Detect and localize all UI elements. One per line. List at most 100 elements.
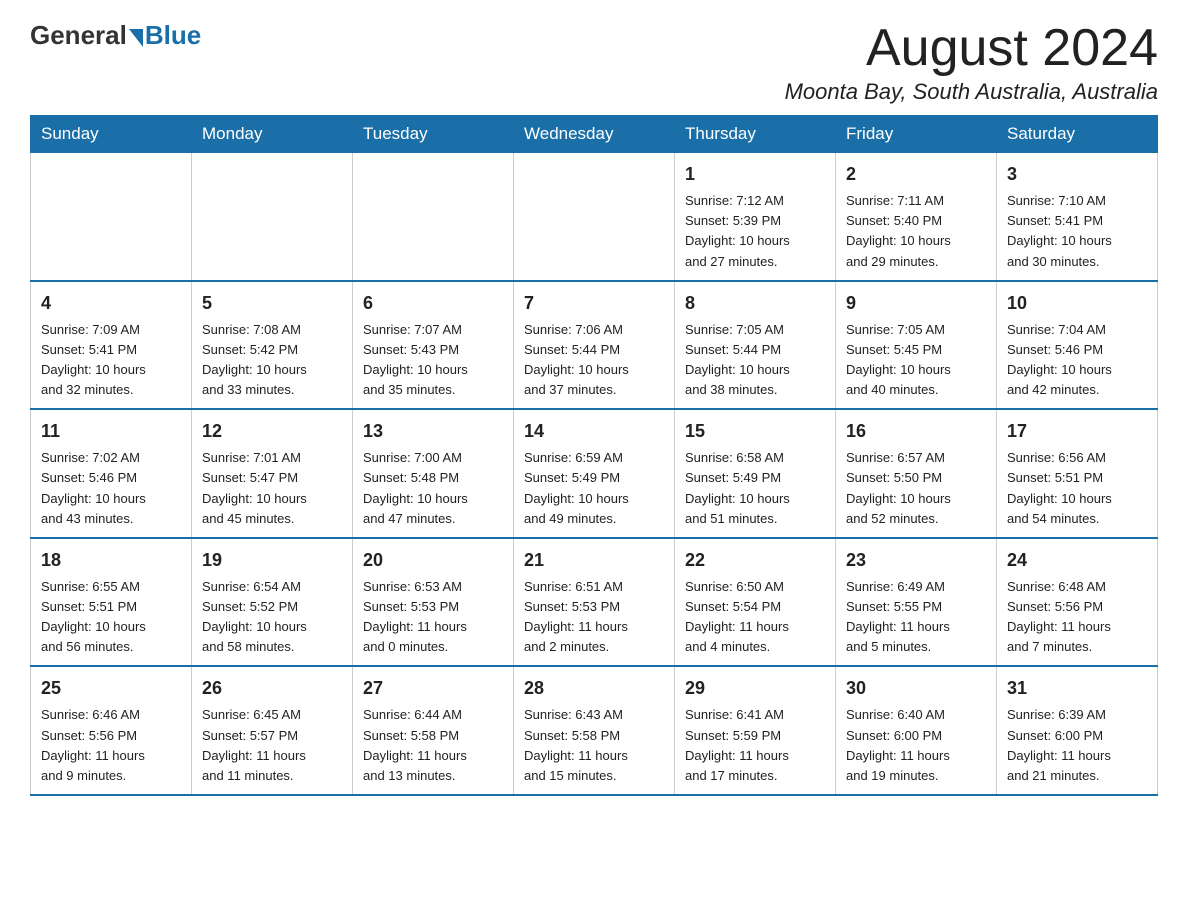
day-info: Sunrise: 6:48 AMSunset: 5:56 PMDaylight:… [1007,577,1147,658]
day-number: 4 [41,290,181,317]
calendar-cell: 24 Sunrise: 6:48 AMSunset: 5:56 PMDayligh… [997,538,1158,667]
day-info: Sunrise: 7:06 AMSunset: 5:44 PMDaylight:… [524,320,664,401]
day-number: 21 [524,547,664,574]
logo-blue-text: Blue [145,20,201,51]
calendar-week-row: 25Sunrise: 6:46 AMSunset: 5:56 PMDayligh… [31,666,1158,795]
month-year-title: August 2024 [785,20,1158,77]
header-day-wednesday: Wednesday [514,116,675,153]
day-info: Sunrise: 7:12 AMSunset: 5:39 PMDaylight:… [685,191,825,272]
day-number: 20 [363,547,503,574]
logo-arrow-icon [129,29,143,47]
calendar-cell: 22Sunrise: 6:50 AMSunset: 5:54 PMDayligh… [675,538,836,667]
day-number: 9 [846,290,986,317]
day-info: Sunrise: 6:50 AMSunset: 5:54 PMDaylight:… [685,577,825,658]
logo: General Blue [30,20,201,51]
calendar-cell: 18 Sunrise: 6:55 AMSunset: 5:51 PMDayligh… [31,538,192,667]
day-number: 29 [685,675,825,702]
header-day-tuesday: Tuesday [353,116,514,153]
calendar-cell: 28 Sunrise: 6:43 AMSunset: 5:58 PMDayligh… [514,666,675,795]
header-day-thursday: Thursday [675,116,836,153]
calendar-week-row: 11 Sunrise: 7:02 AMSunset: 5:46 PMDayligh… [31,409,1158,538]
calendar-cell: 29 Sunrise: 6:41 AMSunset: 5:59 PMDayligh… [675,666,836,795]
calendar-cell: 25Sunrise: 6:46 AMSunset: 5:56 PMDayligh… [31,666,192,795]
day-number: 2 [846,161,986,188]
title-section: August 2024 Moonta Bay, South Australia,… [785,20,1158,105]
logo-general-text: General [30,20,127,51]
calendar-cell [353,153,514,281]
day-number: 3 [1007,161,1147,188]
day-info: Sunrise: 6:45 AMSunset: 5:57 PMDaylight:… [202,705,342,786]
day-info: Sunrise: 6:57 AMSunset: 5:50 PMDaylight:… [846,448,986,529]
day-number: 10 [1007,290,1147,317]
calendar-cell: 20 Sunrise: 6:53 AMSunset: 5:53 PMDayligh… [353,538,514,667]
day-number: 15 [685,418,825,445]
day-info: Sunrise: 7:10 AMSunset: 5:41 PMDaylight:… [1007,191,1147,272]
calendar-cell: 26 Sunrise: 6:45 AMSunset: 5:57 PMDayligh… [192,666,353,795]
calendar-table: SundayMondayTuesdayWednesdayThursdayFrid… [30,115,1158,796]
calendar-cell: 17 Sunrise: 6:56 AMSunset: 5:51 PMDayligh… [997,409,1158,538]
day-info: Sunrise: 7:11 AMSunset: 5:40 PMDaylight:… [846,191,986,272]
day-info: Sunrise: 6:53 AMSunset: 5:53 PMDaylight:… [363,577,503,658]
day-number: 25 [41,675,181,702]
calendar-cell: 14 Sunrise: 6:59 AMSunset: 5:49 PMDayligh… [514,409,675,538]
day-number: 30 [846,675,986,702]
day-number: 8 [685,290,825,317]
day-number: 1 [685,161,825,188]
day-info: Sunrise: 6:40 AMSunset: 6:00 PMDaylight:… [846,705,986,786]
day-info: Sunrise: 6:49 AMSunset: 5:55 PMDaylight:… [846,577,986,658]
day-info: Sunrise: 7:01 AMSunset: 5:47 PMDaylight:… [202,448,342,529]
calendar-cell: 2 Sunrise: 7:11 AMSunset: 5:40 PMDaylight… [836,153,997,281]
day-info: Sunrise: 6:44 AMSunset: 5:58 PMDaylight:… [363,705,503,786]
day-info: Sunrise: 7:08 AMSunset: 5:42 PMDaylight:… [202,320,342,401]
calendar-cell: 4Sunrise: 7:09 AMSunset: 5:41 PMDaylight… [31,281,192,410]
calendar-cell: 12 Sunrise: 7:01 AMSunset: 5:47 PMDayligh… [192,409,353,538]
calendar-cell: 21 Sunrise: 6:51 AMSunset: 5:53 PMDayligh… [514,538,675,667]
day-number: 18 [41,547,181,574]
calendar-cell: 16 Sunrise: 6:57 AMSunset: 5:50 PMDayligh… [836,409,997,538]
header-day-monday: Monday [192,116,353,153]
day-number: 16 [846,418,986,445]
day-info: Sunrise: 7:02 AMSunset: 5:46 PMDaylight:… [41,448,181,529]
header-day-saturday: Saturday [997,116,1158,153]
day-number: 23 [846,547,986,574]
day-info: Sunrise: 6:55 AMSunset: 5:51 PMDaylight:… [41,577,181,658]
page-header: General Blue August 2024 Moonta Bay, Sou… [30,20,1158,105]
day-info: Sunrise: 7:00 AMSunset: 5:48 PMDaylight:… [363,448,503,529]
calendar-cell: 7Sunrise: 7:06 AMSunset: 5:44 PMDaylight… [514,281,675,410]
calendar-cell: 19Sunrise: 6:54 AMSunset: 5:52 PMDayligh… [192,538,353,667]
calendar-cell: 13 Sunrise: 7:00 AMSunset: 5:48 PMDayligh… [353,409,514,538]
day-number: 26 [202,675,342,702]
day-info: Sunrise: 6:41 AMSunset: 5:59 PMDaylight:… [685,705,825,786]
calendar-cell: 3 Sunrise: 7:10 AMSunset: 5:41 PMDaylight… [997,153,1158,281]
day-number: 11 [41,418,181,445]
day-number: 24 [1007,547,1147,574]
calendar-cell: 30 Sunrise: 6:40 AMSunset: 6:00 PMDayligh… [836,666,997,795]
calendar-week-row: 18 Sunrise: 6:55 AMSunset: 5:51 PMDayligh… [31,538,1158,667]
calendar-week-row: 1 Sunrise: 7:12 AMSunset: 5:39 PMDaylight… [31,153,1158,281]
calendar-week-row: 4Sunrise: 7:09 AMSunset: 5:41 PMDaylight… [31,281,1158,410]
day-number: 14 [524,418,664,445]
location-subtitle: Moonta Bay, South Australia, Australia [785,79,1158,105]
calendar-cell [192,153,353,281]
day-number: 6 [363,290,503,317]
calendar-cell: 9Sunrise: 7:05 AMSunset: 5:45 PMDaylight… [836,281,997,410]
day-number: 17 [1007,418,1147,445]
day-info: Sunrise: 7:07 AMSunset: 5:43 PMDaylight:… [363,320,503,401]
day-number: 28 [524,675,664,702]
day-info: Sunrise: 6:51 AMSunset: 5:53 PMDaylight:… [524,577,664,658]
day-info: Sunrise: 6:43 AMSunset: 5:58 PMDaylight:… [524,705,664,786]
day-info: Sunrise: 7:05 AMSunset: 5:44 PMDaylight:… [685,320,825,401]
calendar-cell: 10 Sunrise: 7:04 AMSunset: 5:46 PMDayligh… [997,281,1158,410]
calendar-cell [31,153,192,281]
day-number: 12 [202,418,342,445]
day-info: Sunrise: 6:59 AMSunset: 5:49 PMDaylight:… [524,448,664,529]
header-day-friday: Friday [836,116,997,153]
calendar-cell: 8 Sunrise: 7:05 AMSunset: 5:44 PMDaylight… [675,281,836,410]
day-info: Sunrise: 6:56 AMSunset: 5:51 PMDaylight:… [1007,448,1147,529]
day-number: 13 [363,418,503,445]
calendar-cell: 5Sunrise: 7:08 AMSunset: 5:42 PMDaylight… [192,281,353,410]
day-info: Sunrise: 7:04 AMSunset: 5:46 PMDaylight:… [1007,320,1147,401]
day-number: 31 [1007,675,1147,702]
calendar-cell: 31 Sunrise: 6:39 AMSunset: 6:00 PMDayligh… [997,666,1158,795]
day-info: Sunrise: 6:39 AMSunset: 6:00 PMDaylight:… [1007,705,1147,786]
